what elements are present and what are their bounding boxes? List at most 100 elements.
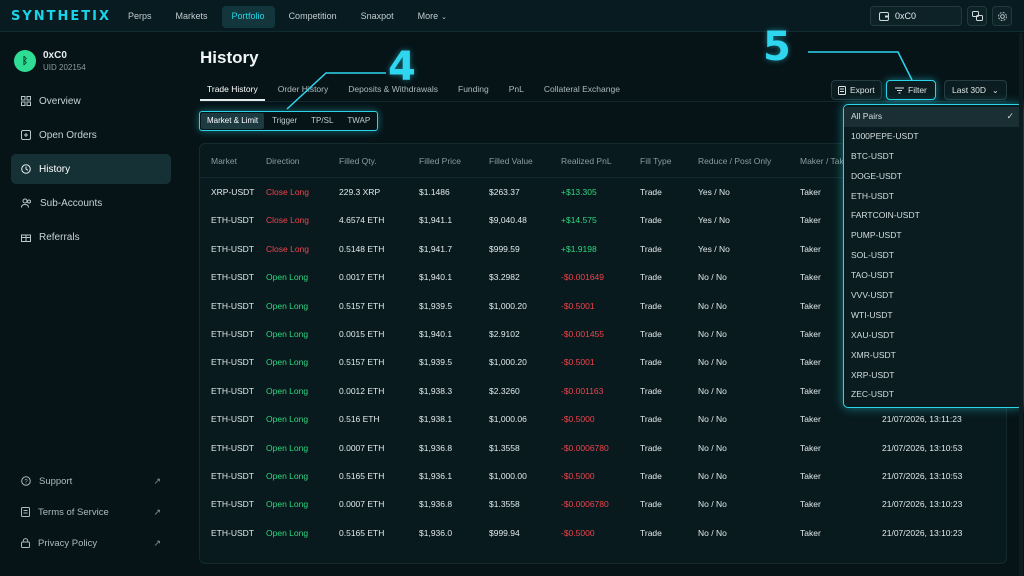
cell-reduce-post-only: No / No xyxy=(698,414,727,425)
export-label: Export xyxy=(850,85,875,95)
cell-filled-price: $1,940.1 xyxy=(419,329,453,339)
cell-direction: Open Long xyxy=(266,300,309,311)
cell-time: 21/07/2026, 13:10:53 xyxy=(882,471,963,481)
cell-filled-qty: 0.5148 ETH xyxy=(339,243,385,254)
cell-fill-type: Trade xyxy=(640,385,662,396)
table-row[interactable]: ETH-USDT Open Long 0.516 ETH $1,938.1 $1,000… xyxy=(200,406,1006,434)
pair-option-label: ZEC-USDT xyxy=(851,389,894,400)
pair-option-label: FARTCOIN-USDT xyxy=(851,210,920,221)
pair-option[interactable]: ETH-USDT xyxy=(844,187,1022,207)
pair-option[interactable]: WTI-USDT xyxy=(844,306,1022,326)
cell-filled-price: $1.1486 xyxy=(419,187,450,197)
cell-reduce-post-only: No / No xyxy=(698,442,727,453)
cell-filled-qty: 0.0017 ETH xyxy=(339,272,385,283)
cell-filled-value: $999.94 xyxy=(489,527,520,538)
cell-maker-taker: Taker xyxy=(800,357,821,368)
annotation-5: 5 xyxy=(763,24,791,70)
cell-fill-type: Trade xyxy=(640,243,662,254)
table-row[interactable]: ETH-USDT Open Long 0.0007 ETH $1,936.8 $1.35… xyxy=(200,491,1006,519)
date-range-select[interactable]: Last 30D ⌄ xyxy=(944,80,1007,100)
cell-fill-type: Trade xyxy=(640,272,662,283)
pair-option[interactable]: ZEC-USDT xyxy=(844,385,1022,405)
cell-reduce-post-only: No / No xyxy=(698,471,727,481)
cell-market: ETH-USDT xyxy=(211,385,254,396)
cell-filled-price: $1,939.5 xyxy=(419,300,453,311)
pair-option[interactable]: VVV-USDT xyxy=(844,286,1022,306)
cell-filled-value: $9,040.48 xyxy=(489,215,527,226)
cell-market: ETH-USDT xyxy=(211,442,254,453)
cell-realized-pnl: -$0.5000 xyxy=(561,527,595,538)
pair-option[interactable]: PUMP-USDT xyxy=(844,226,1022,246)
cell-filled-value: $1,000.20 xyxy=(489,300,527,311)
export-icon xyxy=(838,85,846,95)
cell-realized-pnl: -$0.5001 xyxy=(561,300,595,311)
cell-realized-pnl: -$0.001649 xyxy=(561,272,605,283)
th-market: Market xyxy=(211,156,237,166)
cell-filled-value: $2.3260 xyxy=(489,385,520,396)
pair-option[interactable]: XMR-USDT xyxy=(844,346,1022,366)
pair-option[interactable]: DOGE-USDT xyxy=(844,167,1022,187)
annotation-4: 4 xyxy=(388,44,416,90)
pair-option[interactable]: XRP-USDT xyxy=(844,366,1022,386)
table-row[interactable]: ETH-USDT Open Long 0.0007 ETH $1,936.8 $1.35… xyxy=(200,435,1006,463)
cell-market: ETH-USDT xyxy=(211,471,254,481)
cell-fill-type: Trade xyxy=(640,471,662,481)
cell-market: ETH-USDT xyxy=(211,300,254,311)
cell-realized-pnl: +$1.9198 xyxy=(561,243,597,254)
cell-realized-pnl: -$0.5001 xyxy=(561,357,595,368)
cell-fill-type: Trade xyxy=(640,300,662,311)
pair-option[interactable]: SOL-USDT xyxy=(844,246,1022,266)
pair-option-label: SOL-USDT xyxy=(851,250,894,261)
cell-filled-qty: 0.0012 ETH xyxy=(339,385,385,396)
cell-fill-type: Trade xyxy=(640,527,662,538)
cell-reduce-post-only: No / No xyxy=(698,329,727,339)
cell-filled-qty: 4.6574 ETH xyxy=(339,215,385,226)
pair-option[interactable]: XAU-USDT xyxy=(844,326,1022,346)
cell-time: 21/07/2026, 13:10:23 xyxy=(882,527,963,538)
cell-time: 21/07/2026, 13:10:53 xyxy=(882,442,963,453)
cell-maker-taker: Taker xyxy=(800,385,821,396)
cell-maker-taker: Taker xyxy=(800,215,821,226)
cell-maker-taker: Taker xyxy=(800,527,821,538)
date-range-label: Last 30D xyxy=(952,85,987,95)
cell-reduce-post-only: Yes / No xyxy=(698,243,730,254)
cell-realized-pnl: -$0.5000 xyxy=(561,414,595,425)
pair-option-label: TAO-USDT xyxy=(851,270,894,281)
pair-option-label: All Pairs xyxy=(851,111,883,121)
cell-filled-qty: 0.5157 ETH xyxy=(339,300,385,311)
pair-option[interactable]: 1000PEPE-USDT xyxy=(844,127,1022,147)
filter-icon xyxy=(895,87,904,93)
pair-option-label: XRP-USDT xyxy=(851,369,895,380)
cell-filled-price: $1,936.1 xyxy=(419,471,453,481)
cell-fill-type: Trade xyxy=(640,414,662,425)
pair-option[interactable]: TAO-USDT xyxy=(844,266,1022,286)
cell-filled-value: $999.59 xyxy=(489,243,520,254)
page-scrollbar[interactable] xyxy=(1019,33,1023,576)
cell-market: ETH-USDT xyxy=(211,527,254,538)
cell-fill-type: Trade xyxy=(640,442,662,453)
pair-option[interactable]: BTC-USDT xyxy=(844,147,1022,167)
cell-maker-taker: Taker xyxy=(800,243,821,254)
cell-time: 21/07/2026, 13:10:23 xyxy=(882,499,963,510)
cell-fill-type: Trade xyxy=(640,499,662,510)
cell-direction: Open Long xyxy=(266,442,309,453)
cell-direction: Close Long xyxy=(266,187,310,197)
pair-option[interactable]: All Pairs ✓ xyxy=(844,107,1022,127)
cell-reduce-post-only: No / No xyxy=(698,385,727,396)
pair-option[interactable]: FARTCOIN-USDT xyxy=(844,206,1022,226)
pair-option-label: PUMP-USDT xyxy=(851,230,902,241)
table-row[interactable]: ETH-USDT Open Long 0.5165 ETH $1,936.0 $999.… xyxy=(200,520,1006,548)
export-button[interactable]: Export xyxy=(831,80,882,100)
cell-filled-qty: 0.0007 ETH xyxy=(339,499,385,510)
cell-maker-taker: Taker xyxy=(800,414,821,425)
cell-realized-pnl: -$0.0006780 xyxy=(561,499,609,510)
pair-option-label: DOGE-USDT xyxy=(851,170,902,181)
pair-option-label: BTC-USDT xyxy=(851,150,894,161)
th-fill-type: Fill Type xyxy=(640,156,672,166)
pair-option-label: ETH-USDT xyxy=(851,190,894,201)
table-row[interactable]: ETH-USDT Open Long 0.5165 ETH $1,936.1 $1,00… xyxy=(200,463,1006,491)
cell-filled-qty: 0.0007 ETH xyxy=(339,442,385,453)
cell-filled-value: $1,000.20 xyxy=(489,357,527,368)
filter-button[interactable]: Filter xyxy=(886,80,936,100)
cell-fill-type: Trade xyxy=(640,357,662,368)
